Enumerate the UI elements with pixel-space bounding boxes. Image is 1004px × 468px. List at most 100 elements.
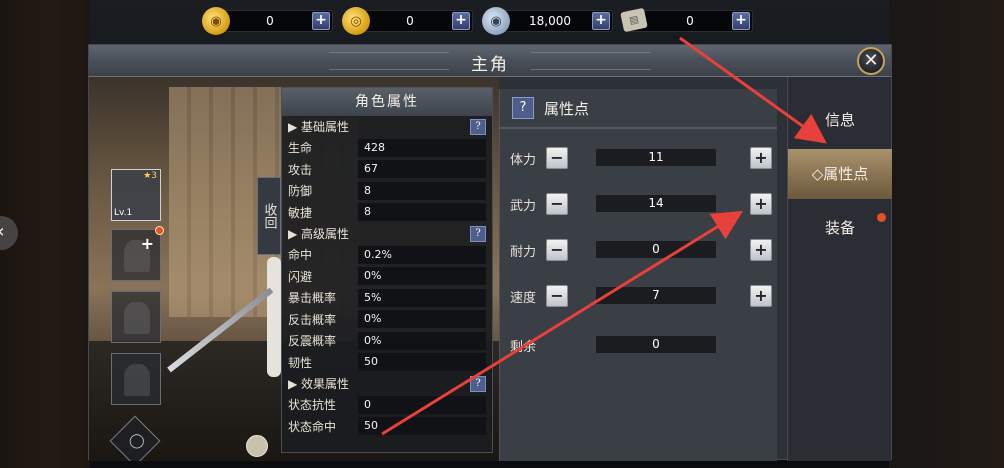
character-model — [267, 257, 281, 377]
increase-button[interactable]: + — [750, 193, 772, 215]
point-value: 11 — [596, 149, 716, 166]
attr-label: 闪避 — [288, 269, 313, 284]
section-title: 效果属性 — [301, 377, 350, 391]
empty-slot-icon — [124, 364, 150, 396]
close-icon: ✕ — [863, 50, 879, 71]
strengthen-icon — [246, 435, 268, 457]
notify-dot — [155, 226, 164, 235]
attr-row: 状态抗性 0 — [282, 394, 492, 416]
attribute-points-panel: ? 属性点 体力 − 11 + 武力 − 14 + 耐力 − 0 + 速度 − … — [499, 89, 777, 461]
currency-silver: ◉ 18,000 + — [482, 7, 613, 35]
increase-button[interactable]: + — [750, 147, 772, 169]
notify-dot — [877, 213, 886, 222]
attr-row: 反震概率 0% — [282, 330, 492, 352]
decrease-button[interactable]: − — [546, 285, 568, 307]
strengthen-button[interactable]: 变强 — [227, 435, 287, 461]
point-row-strength: 武力 − 14 + — [510, 192, 774, 216]
silver-coin-icon: ◉ — [482, 7, 510, 35]
expand-arrow-icon: ▶ — [288, 227, 302, 241]
point-row-stamina: 体力 − 11 + — [510, 146, 774, 170]
attr-value: 67 — [358, 160, 486, 179]
character-window: 主角 ✕ ★3 Lv.1 + ◯ 收回 变强 角色属性 — [88, 44, 892, 461]
add-silver-button[interactable]: + — [592, 12, 610, 30]
strengthen-label: 变强 — [227, 459, 287, 461]
point-label: 体力 — [510, 153, 537, 168]
attr-value: 50 — [358, 417, 486, 436]
decrease-button[interactable]: − — [546, 193, 568, 215]
point-label: 武力 — [510, 199, 537, 214]
attr-row: 反击概率 0% — [282, 309, 492, 331]
tab-attribute-points[interactable]: ◇属性点 — [788, 149, 892, 199]
increase-button[interactable]: + — [750, 285, 772, 307]
attr-value: 8 — [358, 181, 486, 200]
attr-value: 428 — [358, 138, 486, 157]
tab-equipment[interactable]: 装备 — [788, 203, 892, 253]
currency-value: 0 — [406, 14, 414, 28]
decrease-button[interactable]: − — [546, 239, 568, 261]
gold-coin-icon: ◉ — [202, 7, 230, 35]
attr-value: 50 — [358, 353, 486, 372]
selected-marker-icon: ◇ — [811, 165, 824, 183]
attr-value: 8 — [358, 203, 486, 222]
add-gold-button[interactable]: + — [312, 12, 330, 30]
currency-value: 0 — [686, 14, 694, 28]
point-row-speed: 速度 − 7 + — [510, 284, 774, 308]
equipment-slot-weapon[interactable]: ★3 Lv.1 — [111, 169, 161, 221]
point-row-endurance: 耐力 − 0 + — [510, 238, 774, 262]
window-title: 主角 — [471, 55, 509, 75]
attr-label: 反击概率 — [288, 312, 337, 327]
points-header: ? 属性点 — [512, 97, 589, 119]
remaining-value: 0 — [596, 336, 716, 353]
remaining-label: 剩余 — [510, 340, 537, 355]
attr-label: 暴击概率 — [288, 291, 337, 306]
attr-label: 敏捷 — [288, 205, 313, 220]
help-button[interactable]: ? — [470, 376, 486, 392]
attr-label: 命中 — [288, 248, 313, 263]
add-ingot-button[interactable]: + — [452, 12, 470, 30]
attr-row: 闪避 0% — [282, 266, 492, 288]
expand-arrow-icon: ▶ — [288, 377, 302, 391]
section-effect: ▶ 效果属性 ? — [282, 374, 492, 394]
equipment-slot-2[interactable]: + — [111, 226, 164, 281]
rotate-icon: ◯ — [129, 433, 145, 449]
attr-row: 敏捷 8 — [282, 202, 492, 224]
attr-row: 命中 0.2% — [282, 244, 492, 266]
equipment-slot-4[interactable] — [111, 353, 161, 405]
close-button[interactable]: ✕ — [857, 47, 885, 75]
attr-value: 0.2% — [358, 245, 486, 264]
add-icon: + — [140, 234, 154, 253]
star-rating: ★3 — [143, 171, 157, 181]
attr-row: 韧性 50 — [282, 352, 492, 374]
attr-label: 状态命中 — [288, 419, 337, 434]
currency-ticket: ▤ 0 + — [620, 7, 753, 33]
attr-value: 0% — [358, 267, 486, 286]
title-bar: 主角 ✕ — [89, 45, 891, 77]
attr-value: 0% — [358, 331, 486, 350]
section-basic: ▶ 基础属性 ? — [282, 117, 492, 137]
tab-info[interactable]: 信息 — [788, 95, 892, 145]
help-button[interactable]: ? — [512, 97, 534, 119]
attr-label: 反震概率 — [288, 334, 337, 349]
currency-value: 18,000 — [529, 14, 571, 28]
attr-label: 状态抗性 — [288, 398, 337, 413]
attr-row: 状态命中 50 — [282, 416, 492, 438]
help-button[interactable]: ? — [470, 226, 486, 242]
attr-label: 防御 — [288, 184, 313, 199]
increase-button[interactable]: + — [750, 239, 772, 261]
decrease-button[interactable]: − — [546, 147, 568, 169]
equipment-slot-3[interactable] — [111, 291, 161, 343]
attr-label: 生命 — [288, 141, 313, 156]
side-tabs: 信息 ◇属性点 装备 — [787, 77, 892, 461]
help-button[interactable]: ? — [470, 119, 486, 135]
add-ticket-button[interactable]: + — [732, 12, 750, 30]
attribute-panel: 角色属性 ▶ 基础属性 ? 生命 428 攻击 67 防御 8 敏捷 8 ▶ 高级属性 … — [281, 87, 493, 453]
tab-label: 装备 — [824, 219, 855, 237]
currency-ingot: ◎ 0 + — [342, 7, 473, 35]
collapse-button[interactable]: 收回 — [257, 177, 281, 255]
currency-value: 0 — [266, 14, 274, 28]
point-label: 耐力 — [510, 245, 537, 260]
section-title: 高级属性 — [301, 227, 350, 241]
attr-row: 攻击 67 — [282, 159, 492, 181]
attribute-panel-title: 角色属性 — [282, 88, 492, 116]
attr-label: 攻击 — [288, 162, 313, 177]
